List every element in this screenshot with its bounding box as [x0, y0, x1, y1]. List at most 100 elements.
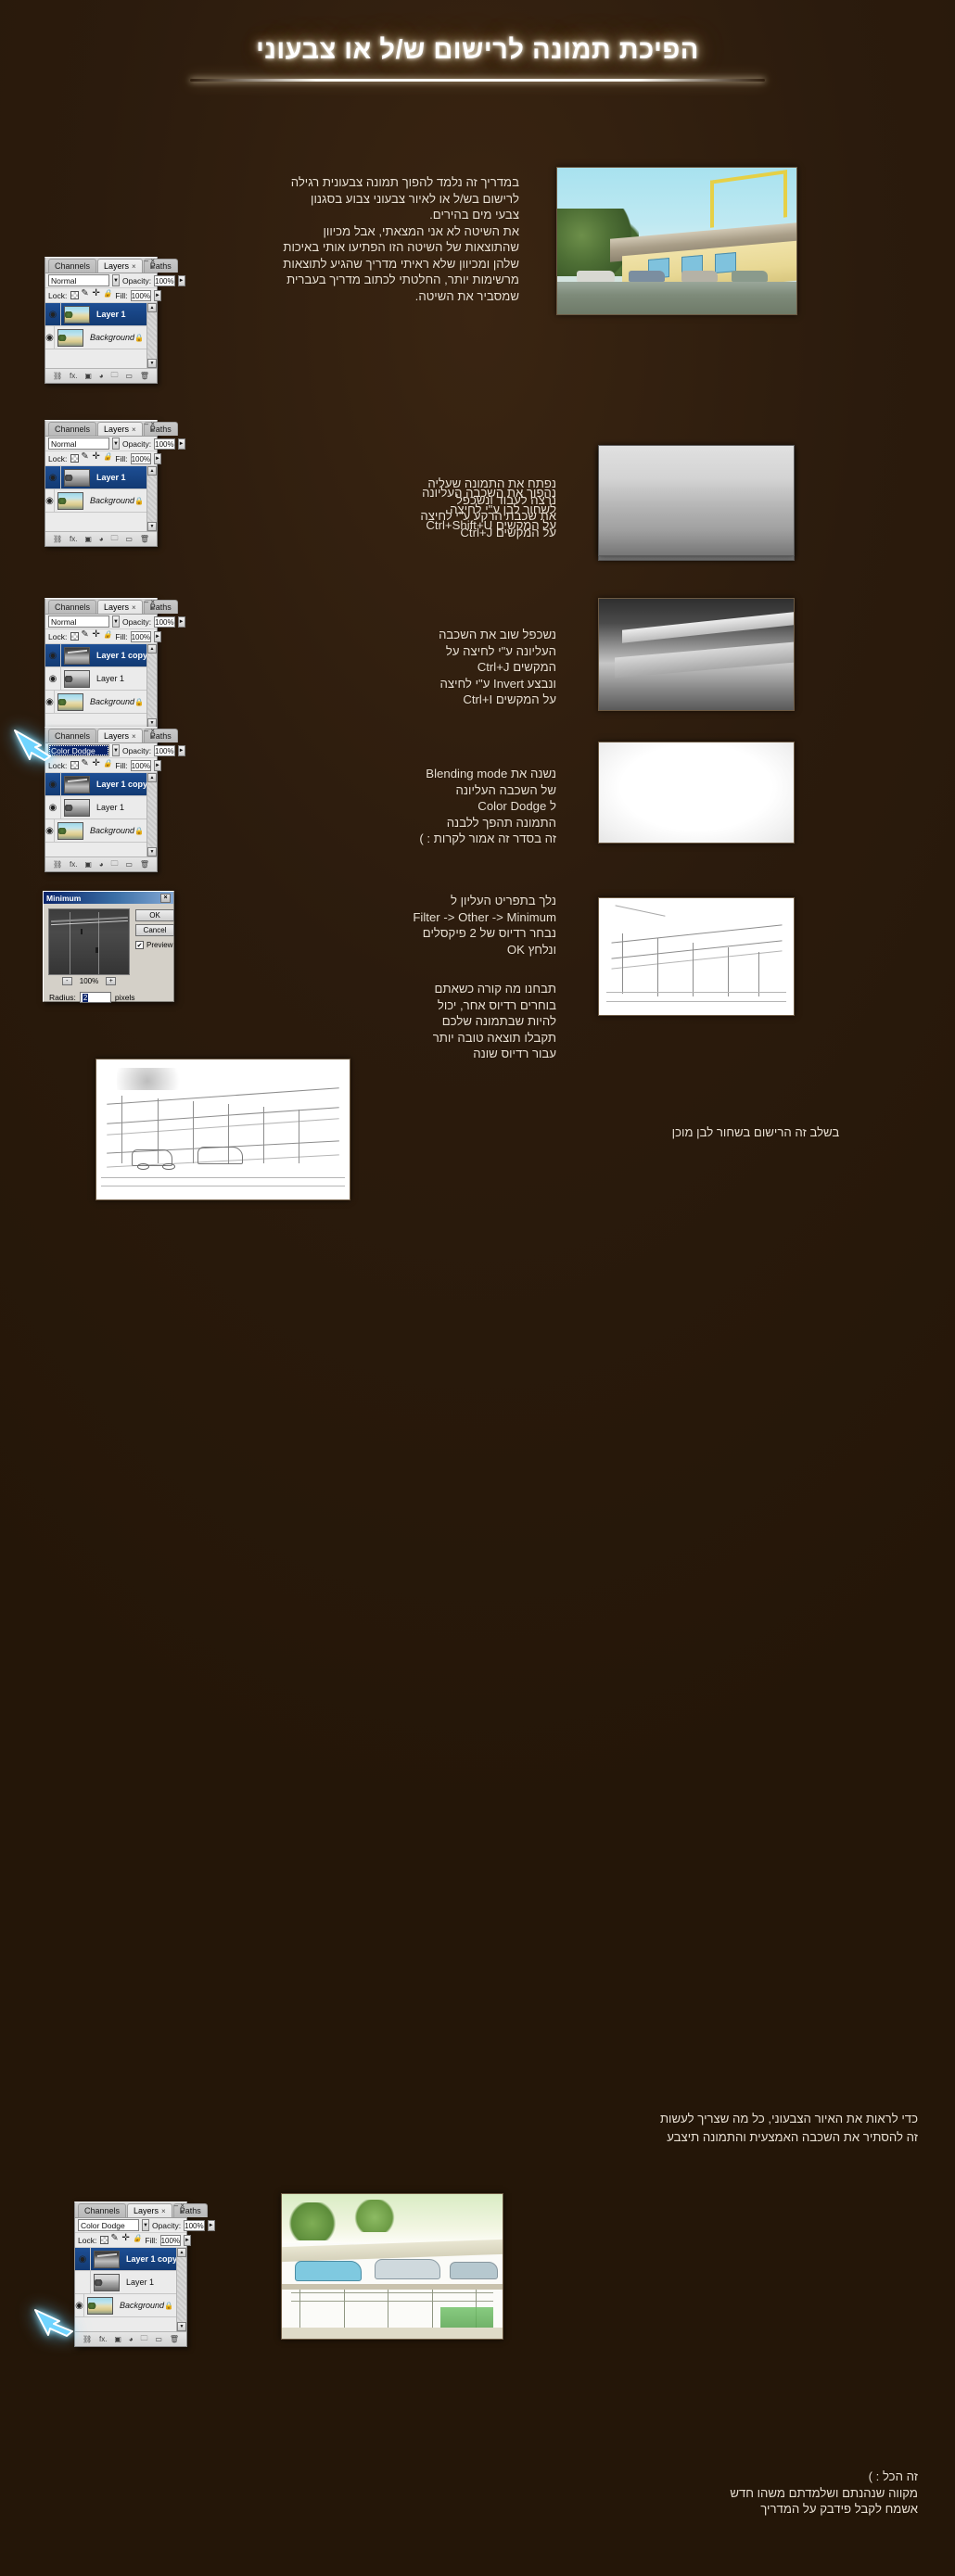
layer-row[interactable]: ◉ Layer 1 copy — [75, 2248, 186, 2271]
tab-layers[interactable]: Layers × — [97, 422, 143, 436]
panel-menu-icon[interactable]: ≡ — [150, 733, 155, 742]
chevron-down-icon[interactable]: ▼ — [112, 615, 120, 628]
lock-position-icon[interactable] — [92, 758, 101, 769]
lock-transparency-icon[interactable] — [70, 761, 80, 769]
layer-row[interactable]: ◉ Layer 1 — [45, 667, 157, 691]
lock-all-icon[interactable] — [103, 630, 112, 641]
panel-tabs[interactable]: Channels Layers × Paths – × ≡ — [45, 257, 178, 273]
tab-close-icon[interactable]: × — [161, 2207, 166, 2215]
layer-row[interactable]: ◉ Background 🔒 — [75, 2294, 186, 2317]
lock-all-icon[interactable] — [103, 289, 112, 299]
layer-row[interactable]: ◉ Layer 1 — [45, 796, 157, 819]
opacity-input[interactable]: 100% — [154, 744, 175, 756]
layers-scrollbar[interactable]: ▲ ▼ — [146, 466, 157, 531]
lock-transparency-icon[interactable] — [70, 632, 80, 641]
lock-all-icon[interactable] — [133, 2234, 142, 2244]
layer-row[interactable]: Layer 1 — [75, 2271, 186, 2294]
layers-toolbar[interactable]: ⛓ fx. ▣ ◕ 🗀 ▭ 🗑 — [45, 857, 157, 871]
tab-channels[interactable]: Channels — [48, 422, 97, 436]
layers-list[interactable]: ◉ Layer 1 copy ◉ Layer 1 ◉ Background 🔒 … — [45, 773, 157, 857]
fill-input[interactable]: 100% — [159, 2234, 182, 2246]
new-group-icon[interactable]: 🗀 — [111, 858, 119, 871]
minimize-icon[interactable]: – — [145, 727, 148, 735]
tab-close-icon[interactable]: × — [132, 425, 136, 434]
minimize-icon[interactable]: – — [145, 598, 148, 606]
lock-paint-icon[interactable] — [81, 451, 90, 463]
panel-tabs[interactable]: Channels Layers × Paths – × ≡ — [75, 2202, 208, 2218]
lock-transparency-icon[interactable] — [100, 2236, 109, 2244]
panel-menu-icon[interactable]: ≡ — [150, 604, 155, 613]
preview-checkbox[interactable]: ✔ Preview — [135, 941, 174, 949]
lock-position-icon[interactable] — [121, 2233, 131, 2244]
layers-scrollbar[interactable]: ▲ ▼ — [146, 644, 157, 728]
chevron-down-icon[interactable]: ▼ — [112, 274, 120, 286]
layer-row[interactable]: ◉ Layer 1 — [45, 303, 157, 326]
lock-row[interactable]: Lock: Fill: 100% ► — [45, 758, 161, 773]
eye-icon[interactable]: ◉ — [45, 667, 61, 690]
new-layer-icon[interactable]: ▭ — [125, 535, 133, 543]
layer-style-icon[interactable]: fx. — [70, 372, 77, 380]
panel-menu-icon[interactable]: ≡ — [150, 426, 155, 435]
eye-icon-hidden[interactable] — [75, 2271, 91, 2293]
eye-icon[interactable]: ◉ — [45, 644, 61, 666]
delete-layer-icon[interactable]: 🗑 — [140, 372, 149, 380]
layers-list[interactable]: ◉ Layer 1 copy ◉ Layer 1 ◉ Background 🔒 … — [45, 644, 157, 728]
layer-style-icon[interactable]: fx. — [99, 2335, 107, 2343]
minimize-icon[interactable]: – — [174, 2202, 178, 2210]
lock-position-icon[interactable] — [92, 629, 101, 641]
minimize-icon[interactable]: – — [145, 420, 148, 428]
fill-input[interactable]: 100% — [130, 759, 152, 771]
lock-paint-icon[interactable] — [81, 288, 90, 299]
opacity-stepper[interactable]: ► — [177, 744, 185, 756]
lock-row[interactable]: Lock: Fill: 100% ► — [45, 288, 161, 303]
blend-mode-select[interactable]: Color Dodge — [48, 744, 109, 756]
blend-row[interactable]: Color Dodge ▼ Opacity: 100% ► — [45, 743, 185, 758]
new-group-icon[interactable]: 🗀 — [111, 533, 119, 546]
opacity-input[interactable]: 100% — [154, 438, 175, 450]
delete-layer-icon[interactable]: 🗑 — [170, 2335, 179, 2343]
opacity-input[interactable]: 100% — [154, 274, 175, 286]
adjustment-layer-icon[interactable]: ◕ — [99, 860, 104, 869]
panel-tabs[interactable]: Channels Layers × Paths – × ≡ — [45, 420, 178, 437]
fill-stepper[interactable]: ► — [154, 452, 161, 464]
eye-icon[interactable]: ◉ — [75, 2294, 84, 2316]
tab-channels[interactable]: Channels — [48, 600, 97, 614]
lock-row[interactable]: Lock: Fill: 100% ► — [45, 629, 161, 644]
checkbox-icon[interactable]: ✔ — [135, 941, 144, 949]
opacity-input[interactable]: 100% — [154, 615, 175, 628]
minimum-filter-dialog[interactable]: Minimum × - 100% + OK Cancel ✔ Preview R… — [43, 891, 174, 1003]
link-layers-icon[interactable]: ⛓ — [53, 372, 62, 380]
lock-position-icon[interactable] — [92, 451, 101, 463]
lock-all-icon[interactable] — [103, 759, 112, 769]
layers-list[interactable]: ◉ Layer 1 copy Layer 1 ◉ Background 🔒 ▲ … — [75, 2248, 186, 2331]
scroll-up-icon[interactable]: ▲ — [177, 2248, 186, 2257]
minimize-icon[interactable]: – — [145, 257, 148, 265]
delete-layer-icon[interactable]: 🗑 — [140, 535, 149, 543]
blend-mode-select[interactable]: Normal — [48, 615, 109, 628]
panel-tabs[interactable]: Channels Layers × Paths – × ≡ — [45, 598, 178, 615]
new-layer-icon[interactable]: ▭ — [125, 860, 133, 869]
blend-mode-select[interactable]: Normal — [48, 438, 109, 450]
layers-toolbar[interactable]: ⛓ fx. ▣ ◕ 🗀 ▭ 🗑 — [45, 368, 157, 383]
new-group-icon[interactable]: 🗀 — [141, 2333, 148, 2346]
layers-scrollbar[interactable]: ▲ ▼ — [176, 2248, 186, 2331]
lock-paint-icon[interactable] — [81, 758, 90, 769]
dialog-close-icon[interactable]: × — [160, 893, 171, 903]
chevron-down-icon[interactable]: ▼ — [142, 2219, 149, 2231]
preview-zoom-controls[interactable]: - 100% + — [48, 977, 130, 985]
tab-channels[interactable]: Channels — [48, 259, 97, 273]
eye-icon[interactable]: ◉ — [45, 691, 55, 713]
blend-row[interactable]: Normal ▼ Opacity: 100% ► — [45, 615, 185, 629]
fill-stepper[interactable]: ► — [154, 289, 161, 301]
tab-layers[interactable]: Layers × — [97, 729, 143, 742]
link-layers-icon[interactable]: ⛓ — [53, 535, 62, 543]
scroll-down-icon[interactable]: ▼ — [147, 359, 157, 368]
tab-layers[interactable]: Layers × — [97, 600, 143, 614]
scroll-down-icon[interactable]: ▼ — [147, 522, 157, 531]
tab-close-icon[interactable]: × — [132, 732, 136, 741]
opacity-input[interactable]: 100% — [184, 2219, 205, 2231]
eye-icon[interactable]: ◉ — [45, 489, 55, 512]
new-layer-icon[interactable]: ▭ — [155, 2335, 162, 2343]
layers-panel-step3[interactable]: Channels Layers × Paths – × ≡ Normal ▼ Op… — [45, 598, 185, 743]
adjustment-layer-icon[interactable]: ◕ — [99, 535, 104, 543]
